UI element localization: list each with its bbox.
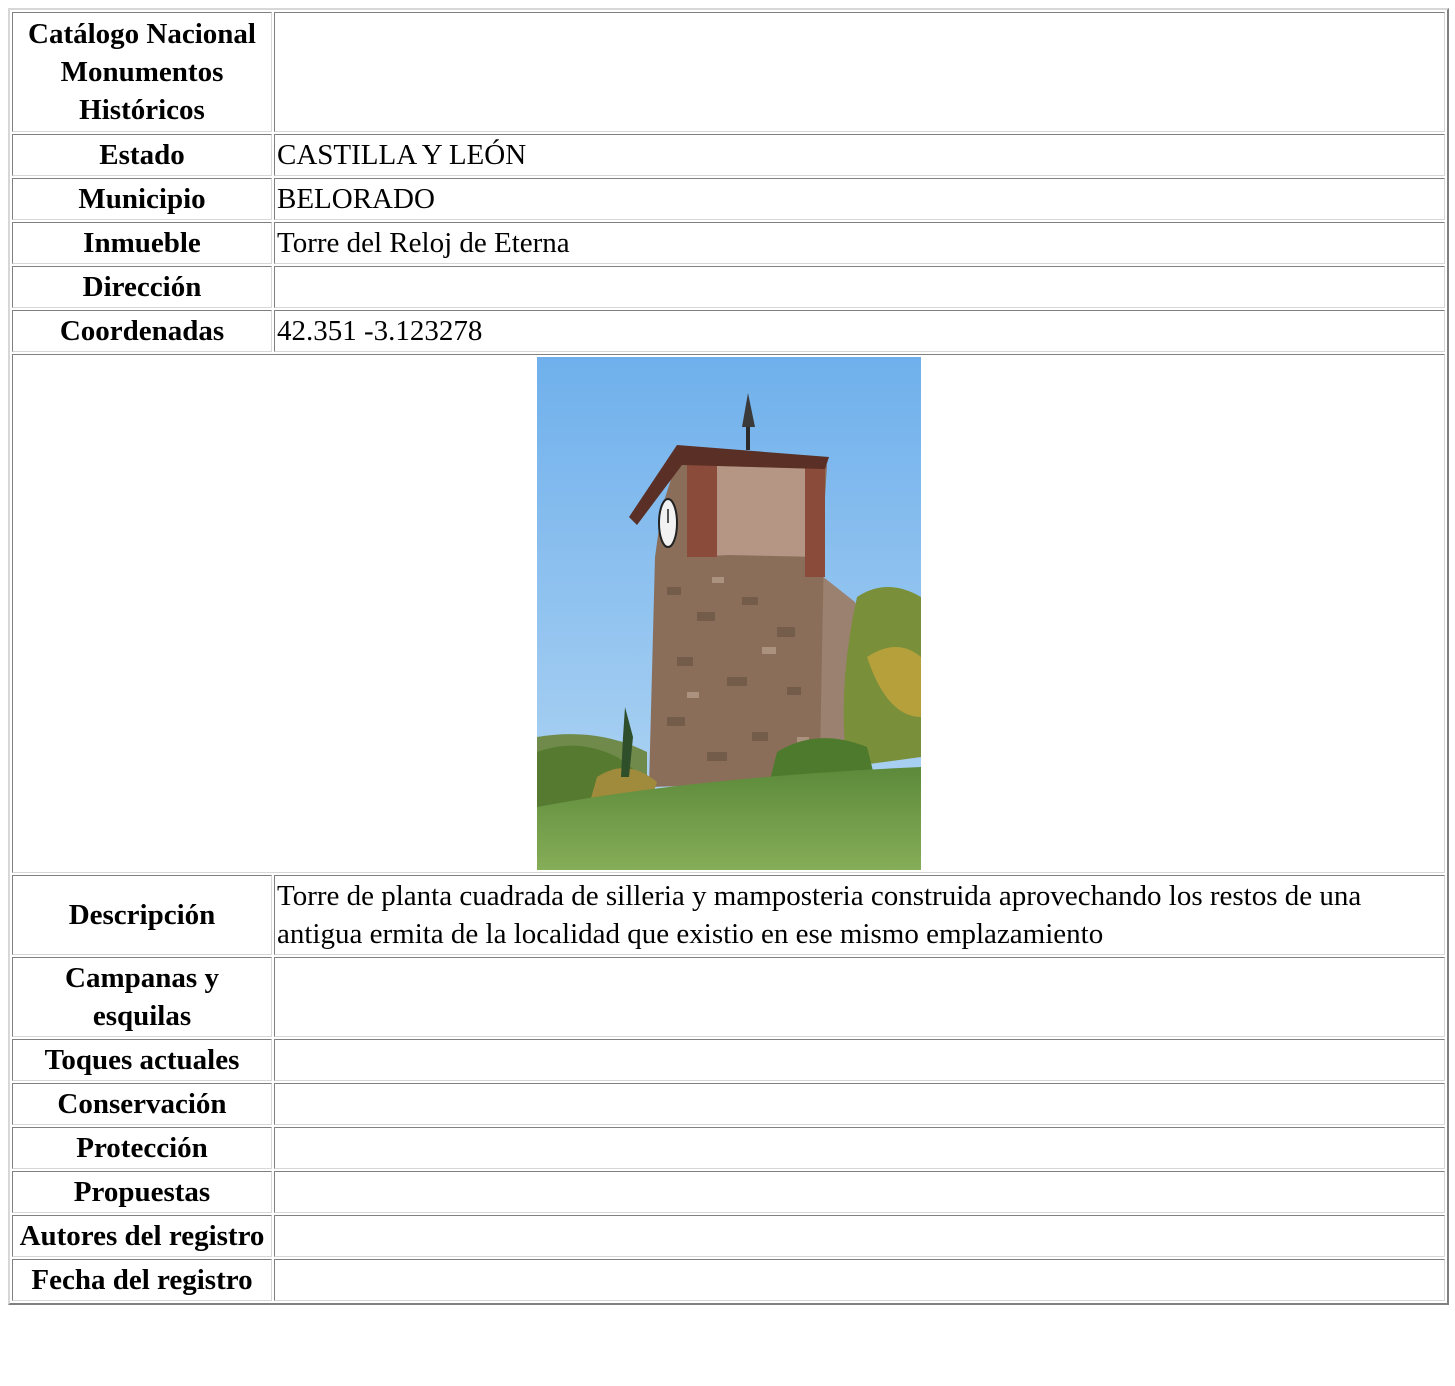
proteccion-value (274, 1127, 1445, 1169)
fecha-label: Fecha del registro (12, 1259, 272, 1301)
coordenadas-label: Coordenadas (12, 310, 272, 352)
descripcion-label: Descripción (12, 875, 272, 955)
campanas-value (274, 957, 1445, 1037)
photo-cell (12, 354, 1445, 873)
autores-label: Autores del registro (12, 1215, 272, 1257)
inmueble-value: Torre del Reloj de Eterna (274, 222, 1445, 264)
toques-value (274, 1039, 1445, 1081)
catalog-header-value (274, 12, 1445, 132)
municipio-label: Municipio (12, 178, 272, 220)
table-row: Conservación (12, 1083, 1445, 1125)
table-row: Fecha del registro (12, 1259, 1445, 1301)
catalog-header-label: Catálogo Nacional Monumentos Históricos (12, 12, 272, 132)
campanas-label: Campanas y esquilas (12, 957, 272, 1037)
inmueble-label: Inmueble (12, 222, 272, 264)
coordenadas-value: 42.351 -3.123278 (274, 310, 1445, 352)
estado-value: CASTILLA Y LEÓN (274, 134, 1445, 176)
table-row: Propuestas (12, 1171, 1445, 1213)
table-row: Catálogo Nacional Monumentos Históricos (12, 12, 1445, 132)
table-row: Dirección (12, 266, 1445, 308)
table-row: Toques actuales (12, 1039, 1445, 1081)
fecha-value (274, 1259, 1445, 1301)
estado-label: Estado (12, 134, 272, 176)
table-row (12, 354, 1445, 873)
table-row: Autores del registro (12, 1215, 1445, 1257)
table-row: Protección (12, 1127, 1445, 1169)
table-row: Inmueble Torre del Reloj de Eterna (12, 222, 1445, 264)
conservacion-value (274, 1083, 1445, 1125)
table-row: Municipio BELORADO (12, 178, 1445, 220)
table-row: Coordenadas 42.351 -3.123278 (12, 310, 1445, 352)
municipio-value: BELORADO (274, 178, 1445, 220)
table-row: Estado CASTILLA Y LEÓN (12, 134, 1445, 176)
table-row: Campanas y esquilas (12, 957, 1445, 1037)
autores-value (274, 1215, 1445, 1257)
conservacion-label: Conservación (12, 1083, 272, 1125)
direccion-label: Dirección (12, 266, 272, 308)
toques-label: Toques actuales (12, 1039, 272, 1081)
propuestas-value (274, 1171, 1445, 1213)
descripcion-value: Torre de planta cuadrada de silleria y m… (274, 875, 1445, 955)
monument-record-table: Catálogo Nacional Monumentos Históricos … (8, 8, 1449, 1305)
direccion-value (274, 266, 1445, 308)
proteccion-label: Protección (12, 1127, 272, 1169)
record-page: Catálogo Nacional Monumentos Históricos … (8, 8, 1449, 1305)
clock-tower-photo (536, 357, 921, 870)
propuestas-label: Propuestas (12, 1171, 272, 1213)
table-row: Descripción Torre de planta cuadrada de … (12, 875, 1445, 955)
